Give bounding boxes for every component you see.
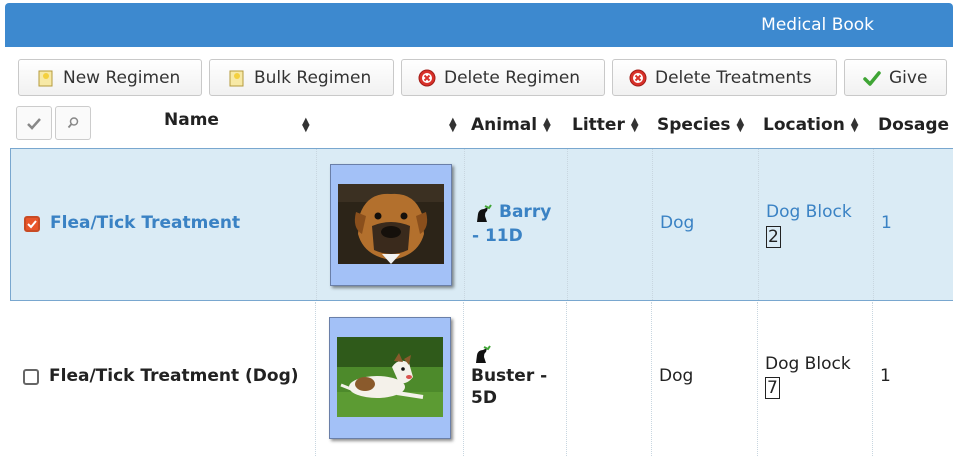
new-regimen-button[interactable]: New Regimen bbox=[18, 59, 202, 96]
column-litter-label: Litter bbox=[572, 115, 625, 135]
column-divider bbox=[757, 302, 758, 456]
delete-icon bbox=[629, 69, 647, 86]
location-unit-wrap: 2 bbox=[766, 225, 781, 248]
column-divider bbox=[758, 149, 759, 300]
new-regimen-label: New Regimen bbox=[63, 67, 181, 88]
animal-code-link[interactable]: - 11D bbox=[472, 226, 523, 246]
animal-code-link[interactable]: 5D bbox=[471, 388, 497, 408]
sort-icon: ▲ ▼ bbox=[630, 116, 639, 134]
column-header-litter[interactable]: Litter ▲ ▼ bbox=[572, 104, 639, 146]
jack-russell-dog-photo bbox=[337, 337, 443, 417]
delete-treatments-label: Delete Treatments bbox=[655, 67, 812, 88]
column-divider bbox=[652, 149, 653, 300]
column-divider bbox=[872, 302, 873, 456]
toolbar: New Regimen Bulk Regimen Delete Regimen … bbox=[0, 59, 953, 99]
location-unit-wrap: 7 bbox=[765, 376, 780, 399]
dosage-value: 1 bbox=[881, 213, 892, 233]
row-checkbox[interactable] bbox=[24, 216, 40, 232]
select-all-button[interactable] bbox=[16, 106, 52, 140]
table-row[interactable]: Flea/Tick Treatment (Dog) Buster - 5D Do… bbox=[10, 302, 953, 456]
column-divider bbox=[566, 302, 567, 456]
animal-name-link[interactable]: Barry bbox=[499, 202, 551, 222]
window-titlebar: Medical Book bbox=[5, 3, 953, 47]
boxer-dog-photo bbox=[338, 184, 444, 264]
new-document-icon bbox=[229, 70, 244, 86]
column-divider bbox=[463, 302, 464, 456]
column-divider bbox=[567, 149, 568, 300]
give-button[interactable]: Give bbox=[844, 59, 947, 96]
column-header-name[interactable]: Name bbox=[164, 104, 219, 146]
location-unit: 7 bbox=[765, 377, 780, 399]
sort-icon: ▲ ▼ bbox=[850, 116, 859, 134]
bulk-regimen-label: Bulk Regimen bbox=[254, 67, 372, 88]
animal-icon bbox=[477, 204, 492, 222]
table-header: Name ▲ ▼ ▲ ▼ Animal ▲ ▼ Litter ▲ ▼ Species ▲… bbox=[0, 104, 953, 146]
column-header-location[interactable]: Location ▲ ▼ bbox=[763, 104, 859, 146]
delete-regimen-button[interactable]: Delete Regimen bbox=[401, 59, 605, 96]
species-value: Dog bbox=[660, 213, 695, 233]
sort-name-icon[interactable]: ▲ ▼ bbox=[296, 104, 310, 146]
column-header-photo[interactable]: ▲ ▼ bbox=[443, 104, 457, 146]
delete-icon bbox=[418, 69, 436, 86]
column-name-label: Name bbox=[164, 110, 219, 130]
column-location-label: Location bbox=[763, 115, 845, 135]
location-link[interactable]: Dog Block bbox=[765, 354, 851, 374]
check-icon bbox=[27, 118, 41, 130]
window-title: Medical Book bbox=[761, 15, 874, 35]
location-unit: 2 bbox=[766, 226, 781, 248]
give-label: Give bbox=[889, 67, 928, 88]
column-divider bbox=[316, 149, 317, 300]
animal-thumbnail[interactable] bbox=[330, 164, 452, 286]
table-row[interactable]: Flea/Tick Treatment Barry - 11D Dog Dog … bbox=[10, 148, 953, 301]
column-dosage-label: Dosage bbox=[878, 115, 950, 135]
column-header-dosage[interactable]: Dosage bbox=[878, 104, 949, 146]
animal-thumbnail[interactable] bbox=[329, 317, 451, 439]
column-header-species[interactable]: Species ▲ ▼ bbox=[657, 104, 744, 146]
regimen-name[interactable]: Flea/Tick Treatment (Dog) bbox=[49, 366, 299, 386]
checkmark-icon bbox=[863, 70, 881, 86]
sort-photo-icon: ▲ ▼ bbox=[449, 116, 457, 134]
dosage-value: 1 bbox=[880, 366, 891, 386]
search-icon bbox=[67, 117, 79, 129]
column-divider bbox=[873, 149, 874, 300]
regimen-name-link[interactable]: Flea/Tick Treatment bbox=[50, 213, 240, 233]
sort-icon: ▲ ▼ bbox=[543, 116, 551, 134]
animal-name-link[interactable]: Buster - bbox=[471, 366, 547, 386]
column-species-label: Species bbox=[657, 115, 731, 135]
filter-search-button[interactable] bbox=[55, 106, 91, 140]
new-document-icon bbox=[38, 70, 53, 86]
sort-icon: ▲ ▼ bbox=[736, 116, 745, 134]
animal-icon bbox=[476, 345, 491, 363]
column-divider bbox=[315, 302, 316, 456]
column-header-animal[interactable]: Animal ▲ ▼ bbox=[471, 104, 551, 146]
delete-regimen-label: Delete Regimen bbox=[444, 67, 581, 88]
column-divider bbox=[651, 302, 652, 456]
species-value: Dog bbox=[659, 366, 694, 386]
bulk-regimen-button[interactable]: Bulk Regimen bbox=[209, 59, 394, 96]
location-link[interactable]: Dog Block bbox=[766, 202, 852, 222]
delete-treatments-button[interactable]: Delete Treatments bbox=[612, 59, 837, 96]
column-animal-label: Animal bbox=[471, 115, 538, 135]
checkmark-icon bbox=[27, 220, 37, 229]
row-checkbox[interactable] bbox=[23, 369, 39, 385]
column-divider bbox=[464, 149, 465, 300]
